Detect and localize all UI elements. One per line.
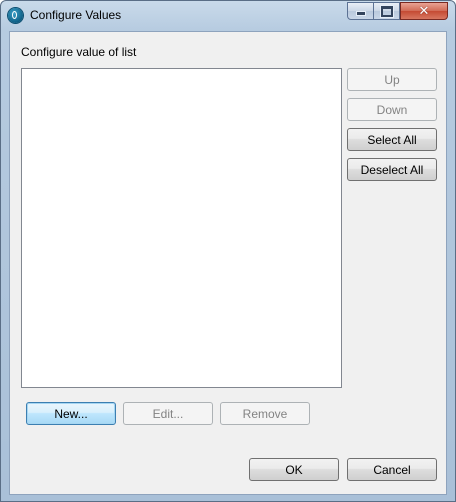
deselect-all-button[interactable]: Deselect All: [347, 158, 437, 181]
close-icon: ✕: [418, 3, 430, 19]
up-button[interactable]: Up: [347, 68, 437, 91]
maximize-icon: [374, 3, 399, 19]
app-logo-icon: [8, 8, 23, 23]
new-button[interactable]: New...: [26, 402, 116, 425]
window-title: Configure Values: [30, 8, 122, 22]
values-list[interactable]: [21, 68, 342, 388]
minimize-icon: [348, 3, 373, 19]
select-all-button[interactable]: Select All: [347, 128, 437, 151]
list-label: Configure value of list: [21, 45, 137, 59]
close-button[interactable]: ✕: [400, 2, 448, 20]
dialog-content: Configure value of list Up Down Select A…: [9, 31, 447, 495]
edit-button[interactable]: Edit...: [123, 402, 213, 425]
ok-button[interactable]: OK: [249, 458, 339, 481]
maximize-button[interactable]: [374, 2, 400, 20]
title-bar[interactable]: Configure Values ✕: [1, 1, 455, 30]
minimize-button[interactable]: [347, 2, 374, 20]
remove-button[interactable]: Remove: [220, 402, 310, 425]
dialog-window: Configure Values ✕ Configure value of li…: [0, 0, 456, 502]
down-button[interactable]: Down: [347, 98, 437, 121]
cancel-button[interactable]: Cancel: [347, 458, 437, 481]
